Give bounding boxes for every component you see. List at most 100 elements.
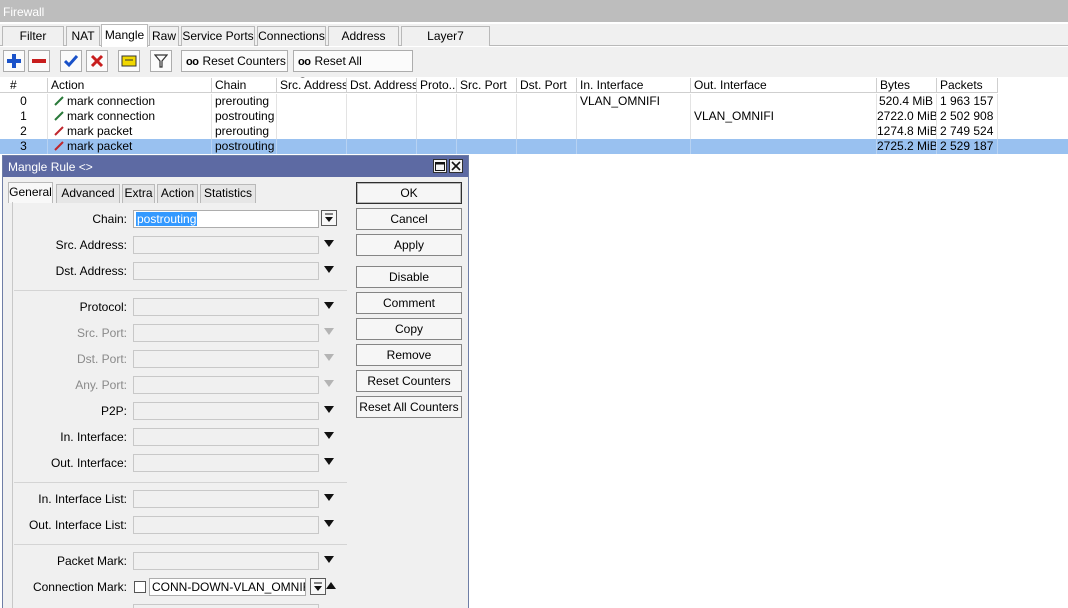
packet-mark-expand-icon[interactable] <box>324 556 334 563</box>
ok-button[interactable]: OK <box>356 182 462 204</box>
connection-mark-negate-checkbox[interactable] <box>134 581 146 593</box>
out-interface-input[interactable] <box>133 454 319 472</box>
minus-icon <box>32 59 46 63</box>
in-interface-input[interactable] <box>133 428 319 446</box>
comment-rule-button[interactable]: Comment <box>356 292 462 314</box>
column-header-chain[interactable]: Chain <box>212 78 277 93</box>
chain-input[interactable]: postrouting <box>133 210 319 228</box>
dialog-tab-action[interactable]: Action <box>157 184 198 203</box>
column-header-src-port[interactable]: Src. Port <box>457 78 517 93</box>
filter-button[interactable] <box>150 50 172 72</box>
chain-value: postrouting <box>136 212 198 226</box>
in-interface-list-input[interactable] <box>133 490 319 508</box>
cell-packets: 2 749 524 <box>937 124 998 139</box>
apply-button[interactable]: Apply <box>356 234 462 256</box>
column-header-dst-address[interactable]: Dst. Address <box>347 78 417 93</box>
protocol-input[interactable] <box>133 298 319 316</box>
tab-nat[interactable]: NAT <box>66 26 100 46</box>
dst-address-label: Dst. Address: <box>55 264 127 278</box>
reset-counters-button[interactable]: oo Reset Counters <box>181 50 288 72</box>
mangle-rule-dialog: Mangle Rule <> General Advanced Extra Ac… <box>2 155 469 608</box>
cell-bytes: 1274.8 MiB <box>877 124 937 139</box>
tab-service-ports[interactable]: Service Ports <box>181 26 255 46</box>
any-port-input <box>133 376 319 394</box>
column-header-src-address[interactable]: Src. Address <box>277 78 347 93</box>
p2p-row: P2P: <box>13 402 347 420</box>
cell-src-address <box>277 94 347 109</box>
src-port-input <box>133 324 319 342</box>
out-interface-list-expand-icon[interactable] <box>324 520 334 527</box>
dialog-tab-statistics[interactable]: Statistics <box>200 184 256 203</box>
cell-bytes: 2722.0 MiB <box>877 109 937 124</box>
column-header-out-interface[interactable]: Out. Interface <box>691 78 877 93</box>
p2p-input[interactable] <box>133 402 319 420</box>
dialog-tab-general[interactable]: General <box>8 182 53 203</box>
cell-bytes: 2725.2 MiB <box>877 139 937 154</box>
cell-dst-port <box>517 139 577 154</box>
in-interface-list-expand-icon[interactable] <box>324 494 334 501</box>
table-row[interactable]: 1 mark connection postrouting VLAN_OMNIFI 27… <box>0 109 1068 124</box>
tab-raw[interactable]: Raw <box>149 26 179 46</box>
tab-layer7-protocols[interactable]: Layer7 Protocols <box>401 26 490 62</box>
chain-dropdown-button[interactable] <box>321 210 337 226</box>
divider <box>14 482 347 483</box>
p2p-expand-icon[interactable] <box>324 406 334 413</box>
column-header-packets[interactable]: Packets <box>937 78 998 93</box>
src-address-label: Src. Address: <box>55 238 127 252</box>
in-interface-expand-icon[interactable] <box>324 432 334 439</box>
cell-out-interface <box>691 124 877 139</box>
next-field-input[interactable] <box>133 604 319 608</box>
column-header-protocol[interactable]: Proto... <box>417 78 457 93</box>
protocol-label: Protocol: <box>79 300 127 314</box>
disable-button[interactable] <box>86 50 108 72</box>
column-header-action[interactable]: Action <box>48 78 212 93</box>
maximize-icon[interactable] <box>433 159 447 173</box>
table-row[interactable]: 2 mark packet prerouting 1274.8 MiB 2 749 52… <box>0 124 1068 139</box>
column-header-bytes[interactable]: Bytes <box>877 78 937 93</box>
packet-mark-input[interactable] <box>133 552 319 570</box>
cell-in-interface <box>577 124 691 139</box>
out-interface-list-label: Out. Interface List: <box>28 518 127 532</box>
connection-mark-input[interactable]: CONN-DOWN-VLAN_OMNIFI <box>149 578 306 596</box>
src-address-expand-icon[interactable] <box>324 240 334 247</box>
dst-address-input[interactable] <box>133 262 319 280</box>
cell-dst-address <box>347 124 417 139</box>
dialog-reset-all-counters-button[interactable]: Reset All Counters <box>356 396 462 418</box>
cell-dst-address <box>347 139 417 154</box>
out-interface-list-input[interactable] <box>133 516 319 534</box>
cell-protocol <box>417 109 457 124</box>
column-header-dst-port[interactable]: Dst. Port <box>517 78 577 93</box>
column-header-in-interface[interactable]: In. Interface <box>577 78 691 93</box>
connection-mark-dropdown-button[interactable] <box>310 578 326 595</box>
cell-src-port <box>457 139 517 154</box>
dialog-tab-extra[interactable]: Extra <box>122 184 155 203</box>
dst-address-expand-icon[interactable] <box>324 266 334 273</box>
remove-button[interactable] <box>28 50 50 72</box>
enable-button[interactable] <box>60 50 82 72</box>
column-header-number[interactable]: # <box>0 78 48 93</box>
tab-mangle[interactable]: Mangle <box>101 24 148 47</box>
toolbar: ooReset Counters ooReset All Counters <box>0 47 1068 89</box>
tab-filter-rules[interactable]: Filter Rules <box>2 26 64 62</box>
add-button[interactable] <box>3 50 25 72</box>
tab-connections[interactable]: Connections <box>257 26 326 46</box>
src-address-input[interactable] <box>133 236 319 254</box>
dialog-reset-counters-button[interactable]: Reset Counters <box>356 370 462 392</box>
dialog-tab-advanced[interactable]: Advanced <box>56 184 120 203</box>
cell-dst-port <box>517 94 577 109</box>
table-row[interactable]: 0 mark connection prerouting VLAN_OMNIFI 520… <box>0 94 1068 109</box>
table-row[interactable]: 3 mark packet postrouting 2725.2 MiB 2 529 1… <box>0 139 1068 154</box>
connection-mark-collapse-icon[interactable] <box>326 582 336 589</box>
protocol-expand-icon[interactable] <box>324 302 334 309</box>
cell-out-interface <box>691 94 877 109</box>
comment-button[interactable] <box>118 50 140 72</box>
reset-all-counters-button[interactable]: ooReset All Counters <box>293 50 413 89</box>
disable-rule-button[interactable]: Disable <box>356 266 462 288</box>
cancel-button[interactable]: Cancel <box>356 208 462 230</box>
close-icon[interactable] <box>449 159 463 173</box>
copy-rule-button[interactable]: Copy <box>356 318 462 340</box>
out-interface-expand-icon[interactable] <box>324 458 334 465</box>
cell-action: mark packet <box>48 124 212 139</box>
remove-rule-button[interactable]: Remove <box>356 344 462 366</box>
tab-address-lists[interactable]: Address Lists <box>328 26 399 62</box>
